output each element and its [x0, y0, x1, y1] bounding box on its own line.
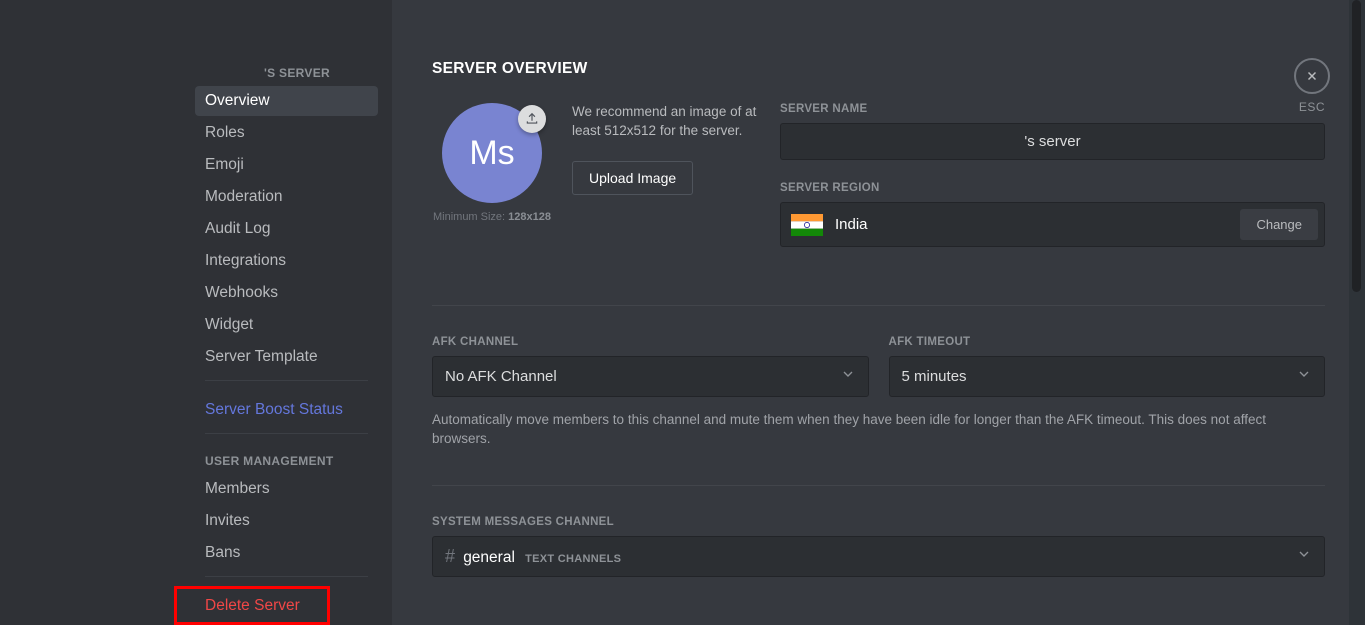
server-region-row: India Change — [780, 202, 1325, 247]
sidebar-item-invites[interactable]: Invites — [195, 506, 378, 536]
divider — [432, 485, 1325, 486]
close-icon — [1305, 69, 1319, 83]
sidebar-item-emoji[interactable]: Emoji — [195, 150, 378, 180]
india-flag-icon — [791, 214, 823, 236]
sidebar-item-boost-status[interactable]: Server Boost Status — [195, 395, 378, 425]
sidebar-separator — [205, 380, 368, 381]
system-messages-label: SYSTEM MESSAGES CHANNEL — [432, 516, 1325, 528]
sidebar-item-integrations[interactable]: Integrations — [195, 246, 378, 276]
scrollbar-track[interactable] — [1349, 0, 1365, 625]
afk-channel-value: No AFK Channel — [445, 368, 557, 385]
server-name-label: SERVER NAME — [780, 103, 1325, 115]
chevron-down-icon — [840, 366, 856, 387]
sidebar-item-bans[interactable]: Bans — [195, 538, 378, 568]
sidebar-item-overview[interactable]: Overview — [195, 86, 378, 116]
change-region-button[interactable]: Change — [1240, 209, 1318, 240]
chevron-down-icon — [1296, 366, 1312, 387]
sidebar-separator — [205, 433, 368, 434]
minimum-size-text: Minimum Size: 128x128 — [432, 211, 552, 223]
server-name-input[interactable] — [780, 123, 1325, 160]
system-messages-select[interactable]: # general TEXT CHANNELS — [432, 536, 1325, 577]
system-channel-category: TEXT CHANNELS — [525, 553, 621, 565]
server-avatar[interactable]: Ms — [442, 103, 542, 203]
sidebar-user-mgmt-header: USER MANAGEMENT — [195, 448, 378, 474]
settings-sidebar: 'S SERVER Overview Roles Emoji Moderatio… — [187, 0, 392, 625]
divider — [432, 305, 1325, 306]
sidebar-item-webhooks[interactable]: Webhooks — [195, 278, 378, 308]
sidebar-item-delete-server[interactable]: Delete Server — [195, 591, 378, 621]
esc-label: ESC — [1294, 100, 1330, 114]
sidebar-separator — [205, 576, 368, 577]
sidebar-item-moderation[interactable]: Moderation — [195, 182, 378, 212]
system-channel-name: general — [463, 549, 515, 566]
avatar-initials: Ms — [469, 134, 514, 173]
server-region-label: SERVER REGION — [780, 182, 1325, 194]
afk-timeout-label: AFK TIMEOUT — [889, 336, 1326, 348]
afk-channel-label: AFK CHANNEL — [432, 336, 869, 348]
page-title: SERVER OVERVIEW — [432, 60, 1325, 78]
recommend-text: We recommend an image of at least 512x51… — [572, 103, 760, 141]
chevron-down-icon — [1296, 546, 1312, 567]
afk-timeout-select[interactable]: 5 minutes — [889, 356, 1326, 397]
sidebar-item-widget[interactable]: Widget — [195, 310, 378, 340]
main-content: SERVER OVERVIEW Ms Minimum Size: 128x128… — [392, 0, 1365, 625]
upload-image-icon[interactable] — [518, 105, 546, 133]
sidebar-item-roles[interactable]: Roles — [195, 118, 378, 148]
afk-help-text: Automatically move members to this chann… — [432, 411, 1325, 449]
close-button[interactable] — [1294, 58, 1330, 94]
hash-icon: # — [445, 546, 455, 566]
server-region-name: India — [835, 216, 1228, 233]
sidebar-server-header: 'S SERVER — [195, 60, 378, 86]
afk-timeout-value: 5 minutes — [902, 368, 967, 385]
sidebar-item-server-template[interactable]: Server Template — [195, 342, 378, 372]
scrollbar-thumb[interactable] — [1352, 0, 1361, 292]
sidebar-item-audit-log[interactable]: Audit Log — [195, 214, 378, 244]
afk-channel-select[interactable]: No AFK Channel — [432, 356, 869, 397]
sidebar-item-members[interactable]: Members — [195, 474, 378, 504]
upload-image-button[interactable]: Upload Image — [572, 161, 693, 195]
